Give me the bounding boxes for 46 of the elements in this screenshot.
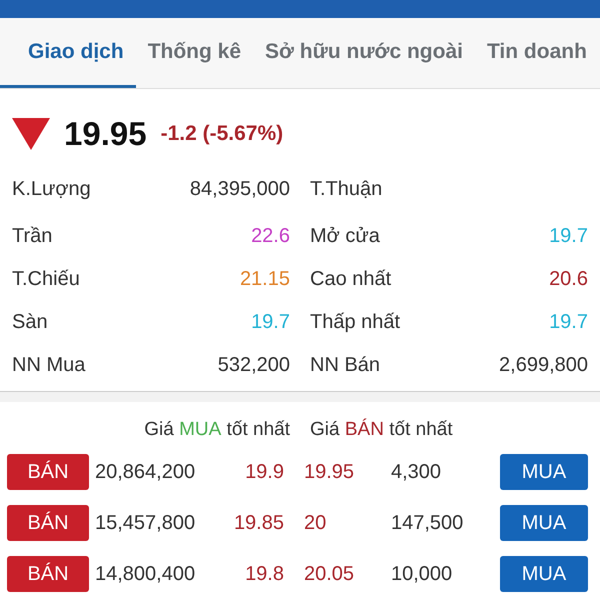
sell-button[interactable]: BÁN: [7, 556, 89, 592]
ask-volume: 147,500: [391, 512, 464, 534]
sell-button[interactable]: BÁN: [7, 505, 89, 541]
stat-label: Mở cửa: [310, 225, 380, 248]
stat-label: NN Bán: [310, 354, 380, 377]
tab[interactable]: Tin doanh: [474, 18, 599, 88]
stat-label: Thấp nhất: [310, 311, 400, 334]
stat-label: Cao nhất: [310, 268, 392, 291]
stat-value: 19.7: [549, 311, 588, 334]
tab[interactable]: Giao dịch: [0, 18, 136, 88]
best-ask-heading: Giá BÁN tốt nhất: [310, 418, 454, 442]
bid-price: 19.8: [244, 562, 284, 586]
stat-label: NN Mua: [12, 354, 86, 377]
buy-button[interactable]: MUA: [500, 454, 588, 490]
stat-label: K.Lượng: [12, 178, 91, 200]
stat-value: 22.6: [251, 225, 290, 248]
stat-label: T.Chiếu: [12, 268, 80, 291]
stat-value: 19.7: [251, 311, 290, 334]
stat-label: Trần: [12, 225, 52, 248]
tab[interactable]: Thống kê: [136, 18, 254, 88]
ask-volume: 4,300: [391, 460, 442, 484]
stat-value: 84,395,000: [190, 178, 290, 200]
stat-value: 21.15: [240, 268, 290, 291]
best-bid-heading: Giá MUA tốt nhất: [143, 418, 290, 442]
ask-price: 20: [304, 512, 328, 534]
stat-label: Sàn: [12, 311, 48, 334]
ask-volume: 10,000: [391, 562, 454, 586]
stat-value: 532,200: [218, 354, 290, 377]
sell-button[interactable]: BÁN: [7, 454, 89, 490]
stat-label: T.Thuận: [310, 178, 382, 200]
bid-volume: 20,864,200: [95, 460, 196, 484]
last-price: 19.95: [64, 115, 147, 153]
stat-value: 19.7: [549, 225, 588, 248]
price-change: -1.2 (-5.67%): [160, 122, 284, 146]
stat-value: 2,699,800: [499, 354, 588, 377]
stat-value: 20.6: [549, 268, 588, 291]
buy-button[interactable]: MUA: [500, 556, 588, 592]
ask-price: 19.95: [304, 460, 356, 484]
ask-price: 20.05: [304, 562, 356, 586]
down-triangle-icon: [12, 118, 50, 150]
tab[interactable]: Sở hữu nước ngoài: [253, 18, 475, 88]
bid-volume: 14,800,400: [95, 562, 196, 586]
buy-button[interactable]: MUA: [500, 505, 588, 541]
bid-volume: 15,457,800: [95, 512, 196, 534]
bid-price: 19.9: [244, 460, 284, 484]
bid-price: 19.85: [232, 512, 284, 534]
